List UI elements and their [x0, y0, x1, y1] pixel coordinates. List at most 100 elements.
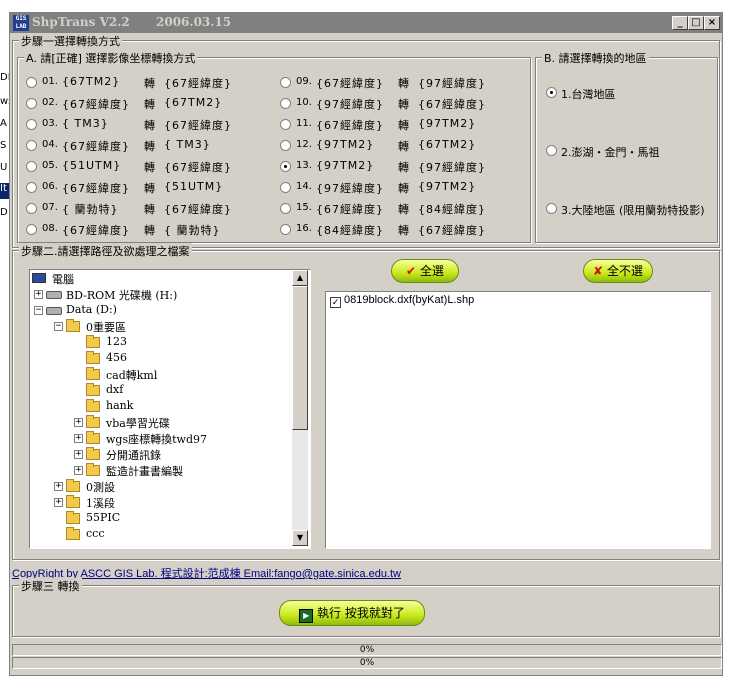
radio-button[interactable] [26, 182, 37, 193]
radio-button[interactable] [546, 145, 557, 156]
tree-item-label: 電腦 [52, 273, 74, 286]
region-label: 1.台灣地區 [561, 88, 616, 101]
conversion-option-02[interactable]: 02. {67經緯度} 轉 {67TM2} [26, 95, 271, 113]
scroll-thumb[interactable] [292, 286, 308, 430]
close-button[interactable]: × [704, 16, 720, 30]
radio-button[interactable] [26, 224, 37, 235]
file-list-item[interactable]: ✓ 0819block.dxf(byKat)L.shp [330, 294, 474, 308]
step3-group: 步驟三 轉換 ▶ 執行 按我就對了 [12, 578, 720, 637]
expand-icon[interactable]: + [74, 434, 83, 443]
expand-icon[interactable]: + [74, 466, 83, 475]
conversion-option-12[interactable]: 12. {97TM2} 轉 {67TM2} [280, 137, 525, 155]
conversion-option-16[interactable]: 16. {84經緯度} 轉 {67經緯度} [280, 221, 525, 239]
radio-button[interactable] [280, 161, 291, 172]
radio-button[interactable] [26, 77, 37, 88]
background-text-fragment: It [0, 183, 7, 194]
conversion-target: {84經緯度} [418, 203, 486, 216]
radio-button[interactable] [280, 224, 291, 235]
select-all-button[interactable]: ✔ 全選 [391, 259, 459, 283]
conversion-from: {97經緯度} [316, 98, 384, 111]
conversion-from: {51UTM} [62, 159, 122, 172]
maximize-button[interactable]: □ [688, 16, 704, 30]
background-text-fragment: U [0, 162, 8, 173]
background-text-fragment: A [0, 118, 7, 129]
radio-button[interactable] [546, 203, 557, 214]
region-legend: B. 請選擇轉換的地區 [542, 50, 649, 66]
conversion-option-10[interactable]: 10. {97經緯度} 轉 {67經緯度} [280, 95, 525, 113]
window-title: ShpTrans V2.2 [32, 15, 130, 29]
tree-item-label: ccc [86, 527, 105, 540]
radio-button[interactable] [280, 140, 291, 151]
conversion-to-word: 轉 [398, 140, 409, 153]
conversion-option-14[interactable]: 14. {97經緯度} 轉 {97TM2} [280, 179, 525, 197]
title-bar[interactable]: GIS LAB ShpTrans V2.2 2006.03.15 _ □ × [10, 13, 722, 33]
radio-button[interactable] [280, 98, 291, 109]
check-icon: ✔ [406, 264, 417, 278]
conversion-option-05[interactable]: 05. {51UTM} 轉 {67經緯度} [26, 158, 271, 176]
conversion-option-06[interactable]: 06. {67經緯度} 轉 {51UTM} [26, 179, 271, 197]
conversion-target: {67經緯度} [164, 119, 232, 132]
folder-icon [86, 399, 100, 412]
conversion-option-11[interactable]: 11. {67經緯度} 轉 {97TM2} [280, 116, 525, 134]
expand-icon[interactable]: + [34, 290, 43, 299]
step3-legend: 步驟三 轉換 [19, 578, 82, 594]
folder-icon [66, 495, 80, 508]
scroll-down-button[interactable]: ▼ [292, 530, 308, 546]
radio-button[interactable] [280, 182, 291, 193]
background-text-fragment: DE [0, 72, 9, 83]
conversion-to-word: 轉 [398, 182, 409, 195]
tree-item-label: 0測設 [86, 481, 115, 494]
radio-button[interactable] [280, 77, 291, 88]
expand-icon[interactable]: + [54, 498, 63, 507]
conversion-number: 14. [296, 181, 312, 192]
radio-button[interactable] [26, 203, 37, 214]
collapse-icon[interactable]: − [34, 306, 43, 315]
collapse-icon[interactable]: − [54, 322, 63, 331]
tree-item-label: 456 [106, 351, 127, 364]
radio-button[interactable] [26, 98, 37, 109]
radio-button[interactable] [26, 119, 37, 130]
cdrom-icon [46, 291, 62, 299]
conversion-option-01[interactable]: 01. {67TM2} 轉 {67經緯度} [26, 74, 271, 92]
conversion-option-08[interactable]: 08. {67經緯度} 轉 { 蘭勃特} [26, 221, 271, 239]
conversion-to-word: 轉 [144, 77, 155, 90]
conversion-target: {67TM2} [164, 96, 223, 109]
conversion-number: 09. [296, 76, 312, 87]
conversion-option-13[interactable]: 13. {97TM2} 轉 {97經緯度} [280, 158, 525, 176]
radio-button[interactable] [280, 119, 291, 130]
conversion-option-09[interactable]: 09. {67經緯度} 轉 {97經緯度} [280, 74, 525, 92]
tree-item-label: vba學習光碟 [106, 417, 170, 430]
radio-button[interactable] [26, 161, 37, 172]
conversion-from: {97TM2} [316, 159, 375, 172]
expand-icon[interactable]: + [74, 450, 83, 459]
conversion-to-word: 轉 [144, 182, 155, 195]
conversion-from: {97經緯度} [316, 182, 384, 195]
scroll-up-button[interactable]: ▲ [292, 270, 308, 286]
conversion-option-15[interactable]: 15. {67經緯度} 轉 {84經緯度} [280, 200, 525, 218]
tree-scrollbar[interactable]: ▲ ▼ [292, 270, 308, 546]
step2-legend: 步驟二.請選擇路徑及欲處理之檔案 [19, 243, 192, 259]
folder-icon [66, 319, 80, 332]
window-date: 2006.03.15 [156, 15, 232, 29]
shptrans-window: GIS LAB ShpTrans V2.2 2006.03.15 _ □ × 步驟… [9, 12, 723, 676]
expand-icon[interactable]: + [74, 418, 83, 427]
expand-icon[interactable]: + [54, 482, 63, 491]
file-list[interactable]: ✓ 0819block.dxf(byKat)L.shp [325, 291, 711, 549]
deselect-all-button[interactable]: ✘ 全不選 [583, 259, 653, 283]
region-label: 3.大陸地區 (限用蘭勃特投影) [561, 204, 705, 217]
tree-item-label: dxf [106, 383, 124, 396]
run-button[interactable]: ▶ 執行 按我就對了 [279, 600, 425, 626]
file-checkbox[interactable]: ✓ [330, 297, 341, 308]
conversion-option-03[interactable]: 03. { TM3} 轉 {67經緯度} [26, 116, 271, 134]
radio-button[interactable] [280, 203, 291, 214]
minimize-button[interactable]: _ [672, 16, 688, 30]
conversion-legend: A. 請[正確] 選擇影像坐標轉換方式 [24, 50, 198, 66]
conversion-to-word: 轉 [144, 140, 155, 153]
folder-tree[interactable]: 電腦 + BD-ROM 光碟機 (H:) − Data (D:) −0重要區 123 456 c… [29, 269, 311, 549]
radio-button[interactable] [546, 87, 557, 98]
conversion-to-word: 轉 [398, 203, 409, 216]
conversion-option-07[interactable]: 07. { 蘭勃特} 轉 {67經緯度} [26, 200, 271, 218]
conversion-from: {84經緯度} [316, 224, 384, 237]
conversion-option-04[interactable]: 04. {67經緯度} 轉 { TM3} [26, 137, 271, 155]
radio-button[interactable] [26, 140, 37, 151]
